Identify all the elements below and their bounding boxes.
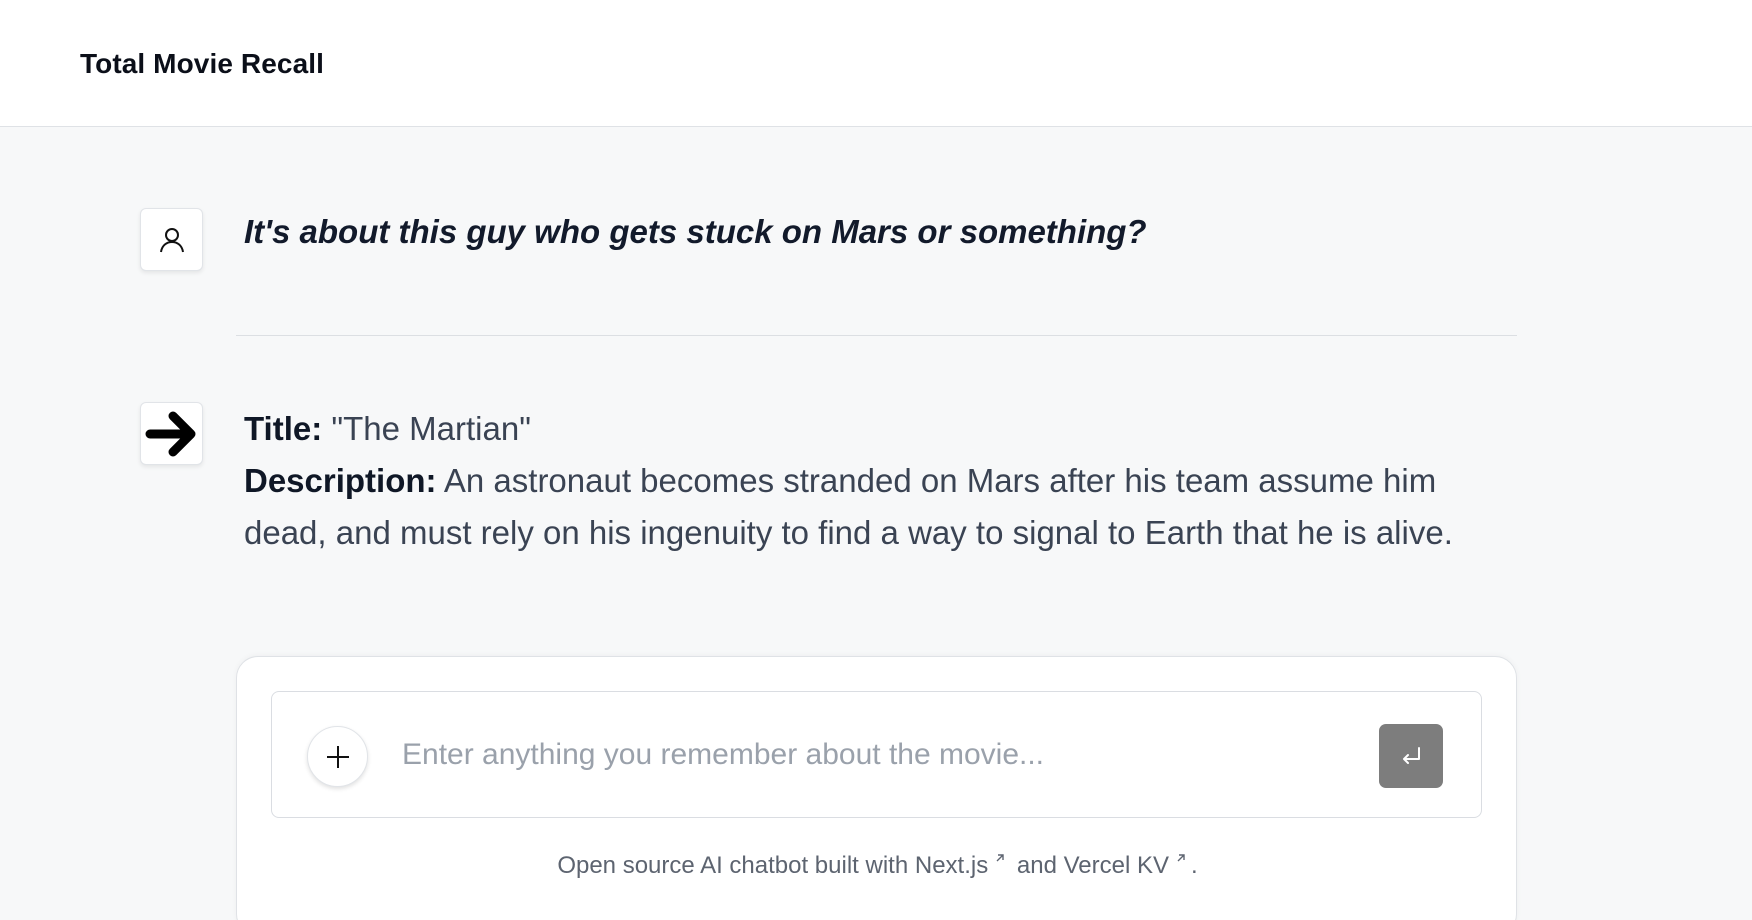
send-button[interactable]: [1379, 724, 1443, 788]
footer-suffix: .: [1191, 852, 1198, 879]
top-bar: Total Movie Recall: [0, 0, 1752, 127]
new-chat-button[interactable]: [307, 726, 368, 787]
message-divider: [236, 335, 1517, 336]
app-title[interactable]: Total Movie Recall: [80, 48, 324, 80]
enter-icon: [1403, 747, 1420, 764]
nextjs-link[interactable]: Next.js: [915, 852, 988, 879]
footer-note: Open source AI chatbot built with Next.j…: [237, 852, 1518, 880]
bot-message: Title: "The Martian" Description: An ast…: [244, 403, 1524, 559]
bot-avatar: [140, 402, 203, 465]
movie-description-line: Description: An astronaut becomes strand…: [244, 455, 1524, 559]
title-label: Title:: [244, 410, 323, 447]
movie-title: "The Martian": [331, 410, 531, 447]
external-link-icon: [996, 854, 1004, 862]
composer-input-box: [271, 691, 1482, 818]
description-label: Description:: [244, 462, 437, 499]
user-icon: [159, 227, 184, 252]
user-avatar: [140, 208, 203, 271]
composer-panel: Open source AI chatbot built with Next.j…: [236, 656, 1517, 920]
movie-title-line: Title: "The Martian": [244, 403, 1524, 455]
external-link-icon: [1177, 854, 1185, 862]
movie-search-input[interactable]: [402, 730, 1352, 780]
footer-prefix: Open source AI chatbot built with: [557, 852, 915, 879]
arrow-right-icon: [145, 411, 195, 456]
footer-middle: and: [1010, 852, 1064, 879]
plus-icon: [326, 745, 349, 768]
user-message: It's about this guy who gets stuck on Ma…: [244, 213, 1147, 250]
vercel-kv-link[interactable]: Vercel KV: [1064, 852, 1169, 879]
